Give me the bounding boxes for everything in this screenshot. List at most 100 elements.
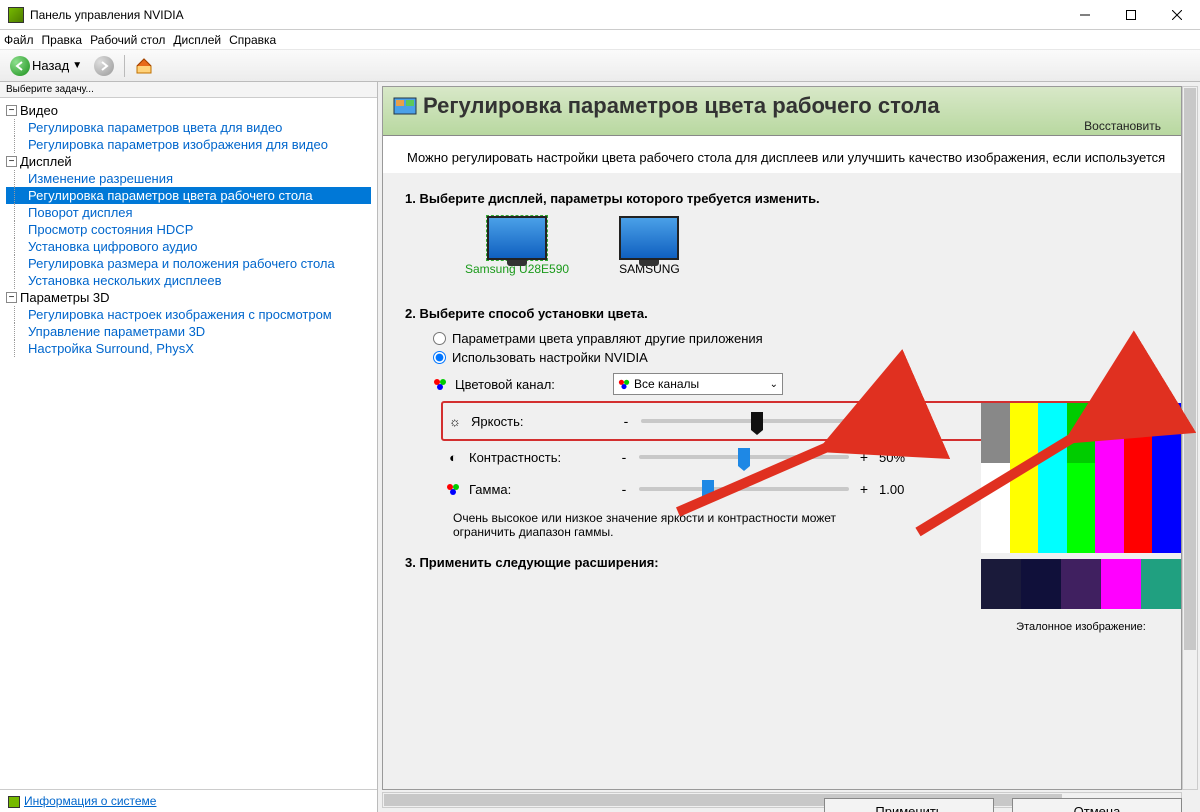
contrast-slider[interactable]: [639, 455, 849, 459]
gamma-slider[interactable]: [639, 487, 849, 491]
tree-cat-3d[interactable]: −Параметры 3D: [6, 289, 371, 306]
color-preview: Эталонное изображение:: [981, 403, 1181, 633]
contrast-label: Контрастность:: [469, 450, 609, 465]
plus-icon: +: [859, 413, 873, 429]
display-1[interactable]: Samsung U28E590: [465, 216, 569, 276]
task-tree: −Видео Регулировка параметров цвета для …: [0, 98, 377, 789]
tree-cat-label: Параметры 3D: [20, 290, 110, 305]
tree-item-rotate[interactable]: Поворот дисплея: [6, 204, 371, 221]
gamma-icon: [445, 481, 461, 497]
slider-thumb[interactable]: [738, 448, 750, 466]
forward-button[interactable]: [90, 54, 118, 78]
brightness-slider[interactable]: [641, 419, 851, 423]
tree-item-surround[interactable]: Настройка Surround, PhysX: [6, 340, 371, 357]
menu-edit[interactable]: Правка: [42, 33, 83, 47]
step1-label: 1. Выберите дисплей, параметры которого …: [405, 191, 1167, 206]
menu-display[interactable]: Дисплей: [173, 33, 221, 47]
forward-icon: [94, 56, 114, 76]
settings-panel: Регулировка параметров цвета рабочего ст…: [382, 86, 1182, 790]
step2-label: 2. Выберите способ установки цвета.: [405, 306, 1167, 321]
tree-item-hdcp[interactable]: Просмотр состояния HDCP: [6, 221, 371, 238]
plus-icon: +: [857, 481, 871, 497]
tree-item-3d-preview[interactable]: Регулировка настроек изображения с просм…: [6, 306, 371, 323]
channel-icon: [433, 377, 447, 391]
slider-thumb[interactable]: [751, 412, 763, 430]
tree-cat-label: Дисплей: [20, 154, 72, 169]
channel-label: Цветовой канал:: [455, 377, 605, 392]
panel-header: Регулировка параметров цвета рабочего ст…: [383, 87, 1181, 136]
brightness-icon: ☼: [447, 413, 463, 429]
app-icon: [8, 7, 24, 23]
scroll-thumb[interactable]: [1184, 88, 1196, 650]
plus-icon: +: [857, 449, 871, 465]
tree-cat-label: Видео: [20, 103, 58, 118]
home-button[interactable]: [131, 55, 157, 77]
window-title: Панель управления NVIDIA: [30, 8, 1062, 22]
restore-link[interactable]: Восстановить: [423, 119, 1171, 133]
panel-icon: [393, 97, 417, 117]
gamma-label: Гамма:: [469, 482, 609, 497]
brightness-value: 55%: [881, 414, 931, 429]
toolbar-separator: [124, 55, 125, 77]
vertical-scrollbar[interactable]: [1182, 86, 1198, 790]
collapse-icon[interactable]: −: [6, 156, 17, 167]
radio-other-apps[interactable]: Параметрами цвета управляют другие прило…: [433, 331, 1167, 346]
cancel-button[interactable]: Отмена: [1012, 798, 1182, 812]
radio-nvidia[interactable]: Использовать настройки NVIDIA: [433, 350, 1167, 365]
radio-label: Параметрами цвета управляют другие прило…: [452, 331, 763, 346]
tree-item-multi-display[interactable]: Установка нескольких дисплеев: [6, 272, 371, 289]
channel-icon: [618, 378, 630, 390]
contrast-value: 50%: [879, 450, 929, 465]
radio-label: Использовать настройки NVIDIA: [452, 350, 648, 365]
close-button[interactable]: [1154, 0, 1200, 30]
home-icon: [135, 57, 153, 75]
tree-cat-display[interactable]: −Дисплей: [6, 153, 371, 170]
tree-item-desktop-color[interactable]: Регулировка параметров цвета рабочего ст…: [6, 187, 371, 204]
chevron-down-icon: ⌄: [770, 379, 778, 390]
back-icon: [10, 56, 30, 76]
monitor-icon: [487, 216, 547, 260]
tree-item-resolution[interactable]: Изменение разрешения: [6, 170, 371, 187]
sidebar: Выберите задачу... −Видео Регулировка па…: [0, 82, 378, 812]
menu-help[interactable]: Справка: [229, 33, 276, 47]
preview-label: Эталонное изображение:: [981, 621, 1181, 633]
radio-input[interactable]: [433, 332, 446, 345]
menu-desktop[interactable]: Рабочий стол: [90, 33, 165, 47]
back-dropdown-icon: ▼: [72, 60, 82, 71]
tree-item-size-position[interactable]: Регулировка размера и положения рабочего…: [6, 255, 371, 272]
channel-select[interactable]: Все каналы ⌄: [613, 373, 783, 395]
panel-description: Можно регулировать настройки цвета рабоч…: [383, 136, 1181, 173]
minus-icon: -: [617, 481, 631, 497]
apply-button[interactable]: Применить: [824, 798, 994, 812]
toolbar: Назад ▼: [0, 50, 1200, 82]
tree-item-audio[interactable]: Установка цифрового аудио: [6, 238, 371, 255]
main-area: Регулировка параметров цвета рабочего ст…: [378, 82, 1200, 812]
minus-icon: -: [617, 449, 631, 465]
back-label: Назад: [32, 58, 69, 73]
swatch-row: [981, 559, 1181, 609]
collapse-icon[interactable]: −: [6, 292, 17, 303]
tree-item-video-color[interactable]: Регулировка параметров цвета для видео: [6, 119, 371, 136]
brightness-label: Яркость:: [471, 414, 611, 429]
collapse-icon[interactable]: −: [6, 105, 17, 116]
gamma-value: 1.00: [879, 482, 929, 497]
gamma-note: Очень высокое или низкое значение яркост…: [453, 511, 873, 539]
channel-value: Все каналы: [634, 377, 699, 391]
minimize-button[interactable]: [1062, 0, 1108, 30]
back-button[interactable]: Назад ▼: [6, 54, 86, 78]
panel-title: Регулировка параметров цвета рабочего ст…: [423, 93, 1171, 119]
color-bars: [981, 403, 1181, 553]
menubar: Файл Правка Рабочий стол Дисплей Справка: [0, 30, 1200, 50]
slider-thumb[interactable]: [702, 480, 714, 498]
tree-cat-video[interactable]: −Видео: [6, 102, 371, 119]
display-2[interactable]: SAMSUNG: [619, 216, 680, 276]
tree-item-video-image[interactable]: Регулировка параметров изображения для в…: [6, 136, 371, 153]
tree-item-3d-manage[interactable]: Управление параметрами 3D: [6, 323, 371, 340]
radio-input[interactable]: [433, 351, 446, 364]
menu-file[interactable]: Файл: [4, 33, 34, 47]
minus-icon: -: [619, 413, 633, 429]
info-icon: [8, 796, 20, 808]
monitor-icon: [619, 216, 679, 260]
system-info-link[interactable]: Информация о системе: [0, 789, 377, 812]
maximize-button[interactable]: [1108, 0, 1154, 30]
